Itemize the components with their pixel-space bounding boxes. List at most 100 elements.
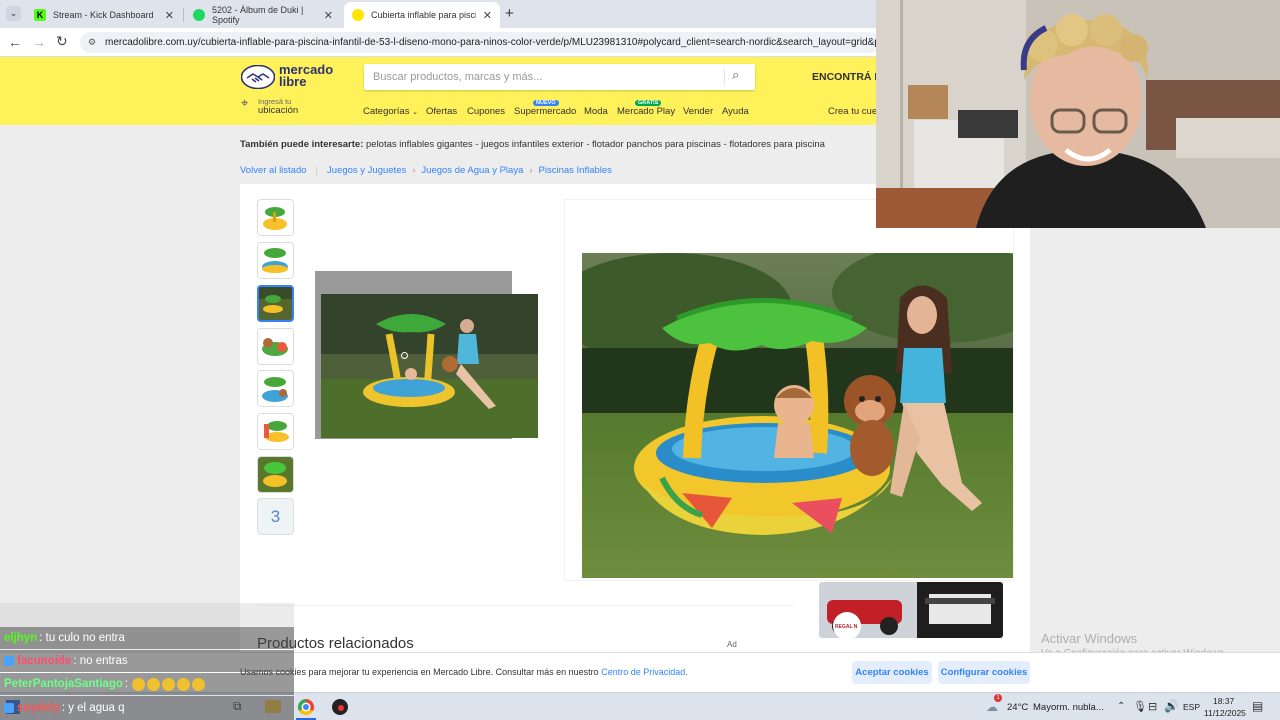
location-main-text: ubicación xyxy=(258,105,299,116)
kick-favicon-icon: K xyxy=(34,9,46,21)
reload-icon[interactable]: ↻ xyxy=(56,33,68,50)
network-icon[interactable]: ⊟ xyxy=(1148,700,1157,713)
chat-username: eljhyn xyxy=(4,632,38,644)
chat-text: : xyxy=(124,678,129,690)
back-arrow-icon[interactable]: ← xyxy=(8,34,22,50)
weather-temp[interactable]: 24°C xyxy=(1007,702,1028,713)
language-indicator[interactable]: ESP xyxy=(1183,702,1200,712)
nav-supermercado[interactable]: Supermercado xyxy=(514,106,576,117)
chevron-right-icon: › xyxy=(412,165,416,176)
thumbnail-4[interactable] xyxy=(257,328,294,365)
search-bar[interactable]: Buscar productos, marcas y más... ⌕ xyxy=(364,64,755,90)
app-icon[interactable] xyxy=(332,699,348,715)
address-bar[interactable]: ⚙ mercadolibre.com.uy/cubierta-inflable-… xyxy=(80,32,880,53)
weather-desc[interactable]: Mayorm. nubla... xyxy=(1033,702,1104,713)
show-hidden-icons-icon[interactable]: ⌃ xyxy=(1117,701,1125,712)
privacy-center-link[interactable]: Centro de Privacidad. xyxy=(601,667,688,677)
chevron-down-icon: ⌄ xyxy=(412,109,418,116)
thumbnail-count: 3 xyxy=(270,506,281,526)
mercadolibre-favicon-icon xyxy=(352,9,364,21)
chat-text: : tu culo no entra xyxy=(39,632,125,644)
chrome-icon[interactable] xyxy=(298,699,314,715)
nav-vender[interactable]: Vender xyxy=(683,106,713,117)
new-tab-button[interactable]: + xyxy=(505,5,514,22)
breadcrumb-piscinas-inflables[interactable]: Piscinas Inflables xyxy=(539,165,612,176)
thumbnail-2[interactable] xyxy=(257,242,294,279)
thumbnail-more[interactable]: 3 xyxy=(257,498,294,535)
ad-banner-text: REGAL N xyxy=(835,624,858,630)
tab-kick-dashboard[interactable]: K Stream - Kick Dashboard ✕ xyxy=(26,2,182,28)
user-badge-icon xyxy=(4,656,14,666)
zoom-lens-preview xyxy=(321,294,538,438)
ad-banner[interactable]: REGAL N xyxy=(819,582,1003,638)
search-icon[interactable]: ⌕ xyxy=(732,67,739,83)
thumbnail-5[interactable] xyxy=(257,370,294,407)
chat-username: soydely xyxy=(17,702,60,714)
clock-date[interactable]: 11/12/2025 xyxy=(1204,708,1246,718)
spotify-favicon-icon xyxy=(193,9,205,21)
weather-icon[interactable]: ☁ xyxy=(986,700,998,714)
nav-ayuda[interactable]: Ayuda xyxy=(722,106,749,117)
thumbnail-6[interactable] xyxy=(257,413,294,450)
tab-spotify[interactable]: 5202 - Álbum de Duki | Spotify ✕ xyxy=(185,2,341,28)
thumbnail-3-selected[interactable] xyxy=(257,285,294,322)
nav-cupones[interactable]: Cupones xyxy=(467,106,505,117)
nav-moda[interactable]: Moda xyxy=(584,106,608,117)
emote-icon xyxy=(162,677,176,691)
user-badge-icon xyxy=(4,703,14,713)
accept-cookies-button[interactable]: Aceptar cookies xyxy=(852,661,932,684)
chat-overlay-top xyxy=(0,603,294,627)
configure-cookies-button[interactable]: Configurar cookies xyxy=(938,661,1030,684)
chat-message: eljhyn : tu culo no entra xyxy=(0,627,294,649)
chat-username: PeterPantojaSantiago xyxy=(4,678,123,690)
handshake-logo-icon xyxy=(241,65,275,89)
tab-mercadolibre[interactable]: Cubierta inflable para piscina in ✕ xyxy=(344,2,500,28)
breadcrumb-juegos-y-juguetes[interactable]: Juegos y Juguetes xyxy=(327,165,406,176)
chat-text: : y el agua q xyxy=(61,702,125,714)
tab-list-button[interactable]: ⌄ xyxy=(6,6,21,21)
activate-windows-title: Activar Windows xyxy=(1041,631,1138,646)
thumbnail-1[interactable] xyxy=(257,199,294,236)
promo-banner[interactable]: ENCONTRÁ E xyxy=(812,71,881,83)
forward-arrow-icon[interactable]: → xyxy=(32,34,46,50)
breadcrumb-juegos-de-agua[interactable]: Juegos de Agua y Playa xyxy=(421,165,523,176)
chat-username: facunoide xyxy=(17,655,72,667)
related-searches-label: También puede interesarte: xyxy=(240,139,364,150)
search-input[interactable]: Buscar productos, marcas y más... xyxy=(373,71,542,83)
ad-label: Ad xyxy=(727,640,737,649)
url-text: mercadolibre.com.uy/cubierta-inflable-pa… xyxy=(105,37,880,48)
nav-ofertas[interactable]: Ofertas xyxy=(426,106,457,117)
chat-message: facunoide : no entras xyxy=(0,650,294,672)
location-pin-icon: ⌖ xyxy=(241,95,249,110)
related-searches-links[interactable]: pelotas inflables gigantes - juegos infa… xyxy=(366,139,825,150)
volume-icon[interactable]: 🔊 xyxy=(1164,699,1179,713)
main-product-image[interactable] xyxy=(582,253,1013,578)
notifications-icon[interactable]: ▤ xyxy=(1252,699,1263,713)
webcam-overlay xyxy=(876,0,1280,228)
zoom-cursor-icon xyxy=(401,352,408,359)
back-to-list-link[interactable]: Volver al listado xyxy=(240,165,307,176)
logo-text-2: libre xyxy=(279,74,307,89)
ml-logo[interactable]: mercado libre xyxy=(241,63,336,90)
breadcrumb: Volver al listado | Juegos y Juguetes › … xyxy=(240,165,612,176)
tab-title: 5202 - Álbum de Duki | Spotify xyxy=(212,5,304,25)
emote-icon xyxy=(147,677,161,691)
location-selector[interactable]: ⌖ Ingresá tu ubicación xyxy=(241,95,321,119)
emote-icon xyxy=(132,677,146,691)
emote-icon xyxy=(192,677,206,691)
microphone-icon[interactable]: 🎙 xyxy=(1133,700,1147,713)
clock-time[interactable]: 18:37 xyxy=(1213,696,1234,706)
notification-dot: 1 xyxy=(994,694,1002,702)
chat-text: : no entras xyxy=(73,655,128,667)
nav-categorias[interactable]: Categorías ⌄ xyxy=(363,106,418,117)
close-tab-icon[interactable]: ✕ xyxy=(483,9,492,22)
chat-message: soydely : y el agua q xyxy=(0,696,294,720)
close-tab-icon[interactable]: ✕ xyxy=(324,9,333,22)
close-tab-icon[interactable]: ✕ xyxy=(165,9,174,22)
create-account-link[interactable]: Crea tu cue xyxy=(828,106,877,117)
tab-title: Stream - Kick Dashboard xyxy=(53,10,154,20)
site-info-icon[interactable]: ⚙ xyxy=(88,32,96,53)
thumbnail-7[interactable] xyxy=(257,456,294,493)
nav-mercado-play[interactable]: Mercado Play xyxy=(617,106,675,117)
emote-icon xyxy=(177,677,191,691)
